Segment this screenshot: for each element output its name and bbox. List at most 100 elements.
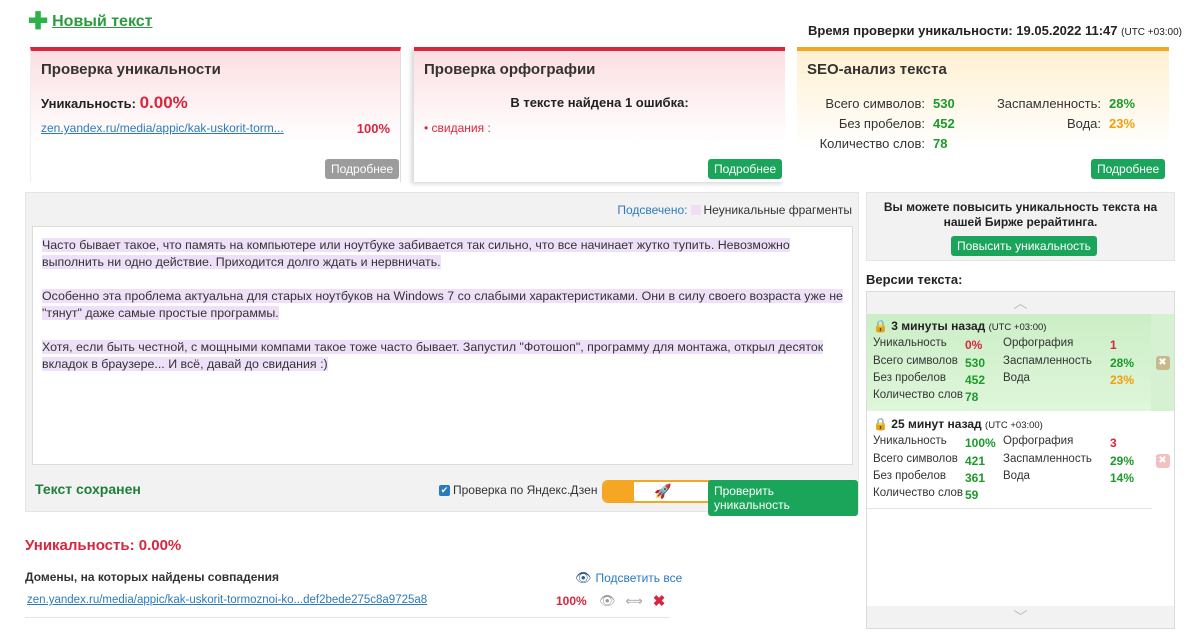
dzen-checkbox[interactable]: ✔: [439, 484, 450, 496]
saved-status: Текст сохранен: [35, 481, 141, 497]
versions-list: ︿ 🔒 3 минуты назад (UTC +03:00) Уникальн…: [866, 291, 1175, 629]
check-mode-toggle[interactable]: 🚀: [602, 480, 723, 503]
version-water-value: 14%: [1110, 471, 1135, 485]
version-nospace-label: Без пробелов: [873, 470, 946, 482]
domains-label: Домены, на которых найдены совпадения: [25, 570, 279, 584]
dzen-check[interactable]: ✔ Проверка по Яндекс.Дзен: [439, 483, 597, 497]
new-text-link[interactable]: ✚ Новый текст: [28, 8, 152, 35]
check-uniqueness-button[interactable]: Проверить уникальность: [708, 480, 858, 516]
version-water-value: 23%: [1110, 373, 1135, 387]
seo-water-value: 23%: [1109, 116, 1136, 131]
result-domain-link[interactable]: zen.yandex.ru/media/appic/kak-uskorit-to…: [27, 594, 427, 606]
seo-nospace-label: Без пробелов:: [838, 116, 925, 131]
version-uniq-label: Уникальность: [873, 337, 947, 349]
legend-swatch: [691, 205, 702, 215]
version-nospace-label: Без пробелов: [873, 372, 946, 384]
version-water-label: Вода: [1003, 470, 1030, 482]
spelling-message: В тексте найдена 1 ошибка:: [510, 95, 689, 110]
version-tz: (UTC +03:00): [988, 322, 1047, 333]
promo-text: Вы можете повысить уникальность текста н…: [883, 200, 1158, 229]
seo-nospace-value: 452: [933, 116, 955, 131]
results-divider: [25, 617, 670, 618]
seo-row-spam: Заспамленность: 28%: [987, 96, 1135, 111]
version-spell-value: 1: [1110, 338, 1117, 352]
results-title: Уникальность: 0.00%: [25, 537, 182, 554]
version-spell-label: Орфография: [1003, 337, 1074, 349]
uniqueness-card-title: Проверка уникальности: [41, 61, 221, 78]
seo-more-button[interactable]: Подробнее: [1091, 159, 1166, 179]
version-words-value: 78: [965, 390, 979, 404]
version-chars-value: 421: [965, 454, 986, 468]
dzen-check-label: Проверка по Яндекс.Дзен: [453, 483, 598, 497]
uniqueness-more-button[interactable]: Подробнее: [325, 159, 400, 179]
delete-icon[interactable]: ✖: [1155, 453, 1170, 468]
toggle-knob[interactable]: [604, 482, 634, 501]
version-spam-value: 29%: [1110, 454, 1135, 468]
version-item[interactable]: 🔒 25 минут назад (UTC +03:00) Уникальнос…: [867, 412, 1152, 509]
seo-row-words: Количество слов: 78: [807, 136, 948, 151]
delete-icon[interactable]: ✖: [1155, 355, 1170, 370]
uniqueness-source-link[interactable]: zen.yandex.ru/media/appic/kak-uskorit-to…: [41, 121, 284, 135]
version-delete-cell: ✖: [1151, 314, 1174, 411]
spelling-card: Проверка орфографии В тексте найдена 1 о…: [414, 47, 785, 182]
version-time: 3 минуты назад: [891, 319, 986, 333]
version-header: 🔒 3 минуты назад (UTC +03:00): [873, 319, 1046, 333]
editor-paragraph: Особенно эта проблема актуальна для стар…: [42, 288, 843, 322]
lock-icon: 🔒: [873, 417, 888, 431]
highlight-all-label[interactable]: Подсветить все: [596, 571, 683, 585]
text-editor[interactable]: Часто бывает такое, что память на компью…: [32, 226, 853, 465]
version-nospace-value: 452: [965, 373, 986, 387]
check-time-label: Время проверки уникальности: 19.05.2022 …: [808, 23, 1118, 38]
promo-box: Вы можете повысить уникальность текста н…: [866, 192, 1175, 261]
lock-icon: 🔒: [873, 319, 888, 333]
version-spam-value: 28%: [1110, 356, 1135, 370]
chevron-down-icon[interactable]: ﹀: [867, 606, 1174, 628]
check-time: Время проверки уникальности: 19.05.2022 …: [808, 23, 1182, 38]
seo-water-label: Вода:: [1066, 116, 1101, 131]
uniqueness-value: 0.00%: [139, 93, 188, 112]
seo-chars-label: Всего символов:: [825, 96, 925, 111]
version-item-active[interactable]: 🔒 3 минуты назад (UTC +03:00) Уникальнос…: [867, 314, 1152, 411]
highlight-legend: Подсвечено: Неуникальные фрагменты: [617, 203, 852, 217]
version-chars-value: 530: [965, 356, 986, 370]
uniqueness-source-pct: 100%: [356, 121, 390, 136]
version-spell-value: 3: [1110, 436, 1117, 450]
version-words-value: 59: [965, 488, 979, 502]
version-header: 🔒 25 минут назад (UTC +03:00): [873, 417, 1043, 431]
promo-button[interactable]: Повысить уникальность: [951, 236, 1097, 256]
version-uniq-value: 100%: [965, 436, 996, 450]
editor-paragraph-1: Часто бывает такое, что память на компью…: [42, 238, 790, 269]
seo-card: SEO-анализ текста Всего символов: 530 Без…: [797, 47, 1169, 182]
close-icon[interactable]: ✖: [653, 592, 666, 610]
seo-words-label: Количество слов:: [819, 136, 925, 151]
seo-row-chars: Всего символов: 530: [807, 96, 955, 111]
version-uniq-value: 0%: [965, 338, 983, 352]
editor-panel: Подсвечено: Неуникальные фрагменты Часто …: [25, 192, 859, 516]
seo-chars-value: 530: [933, 96, 955, 111]
spelling-error-item[interactable]: • свидания :: [424, 121, 491, 135]
plus-icon: ✚: [28, 8, 49, 35]
seo-row-water: Вода: 23%: [987, 116, 1135, 131]
chevron-up-icon[interactable]: ︿: [867, 292, 1174, 314]
seo-row-nospace: Без пробелов: 452: [807, 116, 955, 131]
uniqueness-summary: Уникальность: 0.00%: [41, 93, 188, 113]
seo-spam-value: 28%: [1109, 96, 1136, 111]
compare-icon[interactable]: ⟺: [626, 594, 643, 608]
spelling-more-button[interactable]: Подробнее: [708, 159, 783, 179]
seo-spam-label: Заспамленность:: [996, 96, 1101, 111]
editor-paragraph-2: Особенно эта проблема актуальна для стар…: [42, 289, 843, 320]
spelling-card-title: Проверка орфографии: [424, 61, 596, 78]
check-time-tz: (UTC +03:00): [1121, 27, 1182, 38]
versions-title: Версии текста:: [866, 272, 963, 287]
highlight-all-link[interactable]: 👁 Подсветить все: [575, 570, 682, 586]
version-delete-cell: ✖: [1151, 412, 1174, 509]
legend-link[interactable]: Подсвечено:: [617, 203, 687, 217]
rocket-icon: 🚀: [654, 483, 672, 499]
eye-icon[interactable]: 👁: [599, 593, 616, 609]
version-words-label: Количество слов: [873, 487, 964, 499]
version-water-label: Вода: [1003, 372, 1030, 384]
result-actions: 👁 ⟺ ✖: [599, 592, 665, 610]
uniqueness-card: Проверка уникальности Уникальность: 0.00…: [30, 47, 401, 182]
eye-icon: 👁: [575, 570, 592, 585]
new-text-label[interactable]: Новый текст: [52, 13, 152, 31]
